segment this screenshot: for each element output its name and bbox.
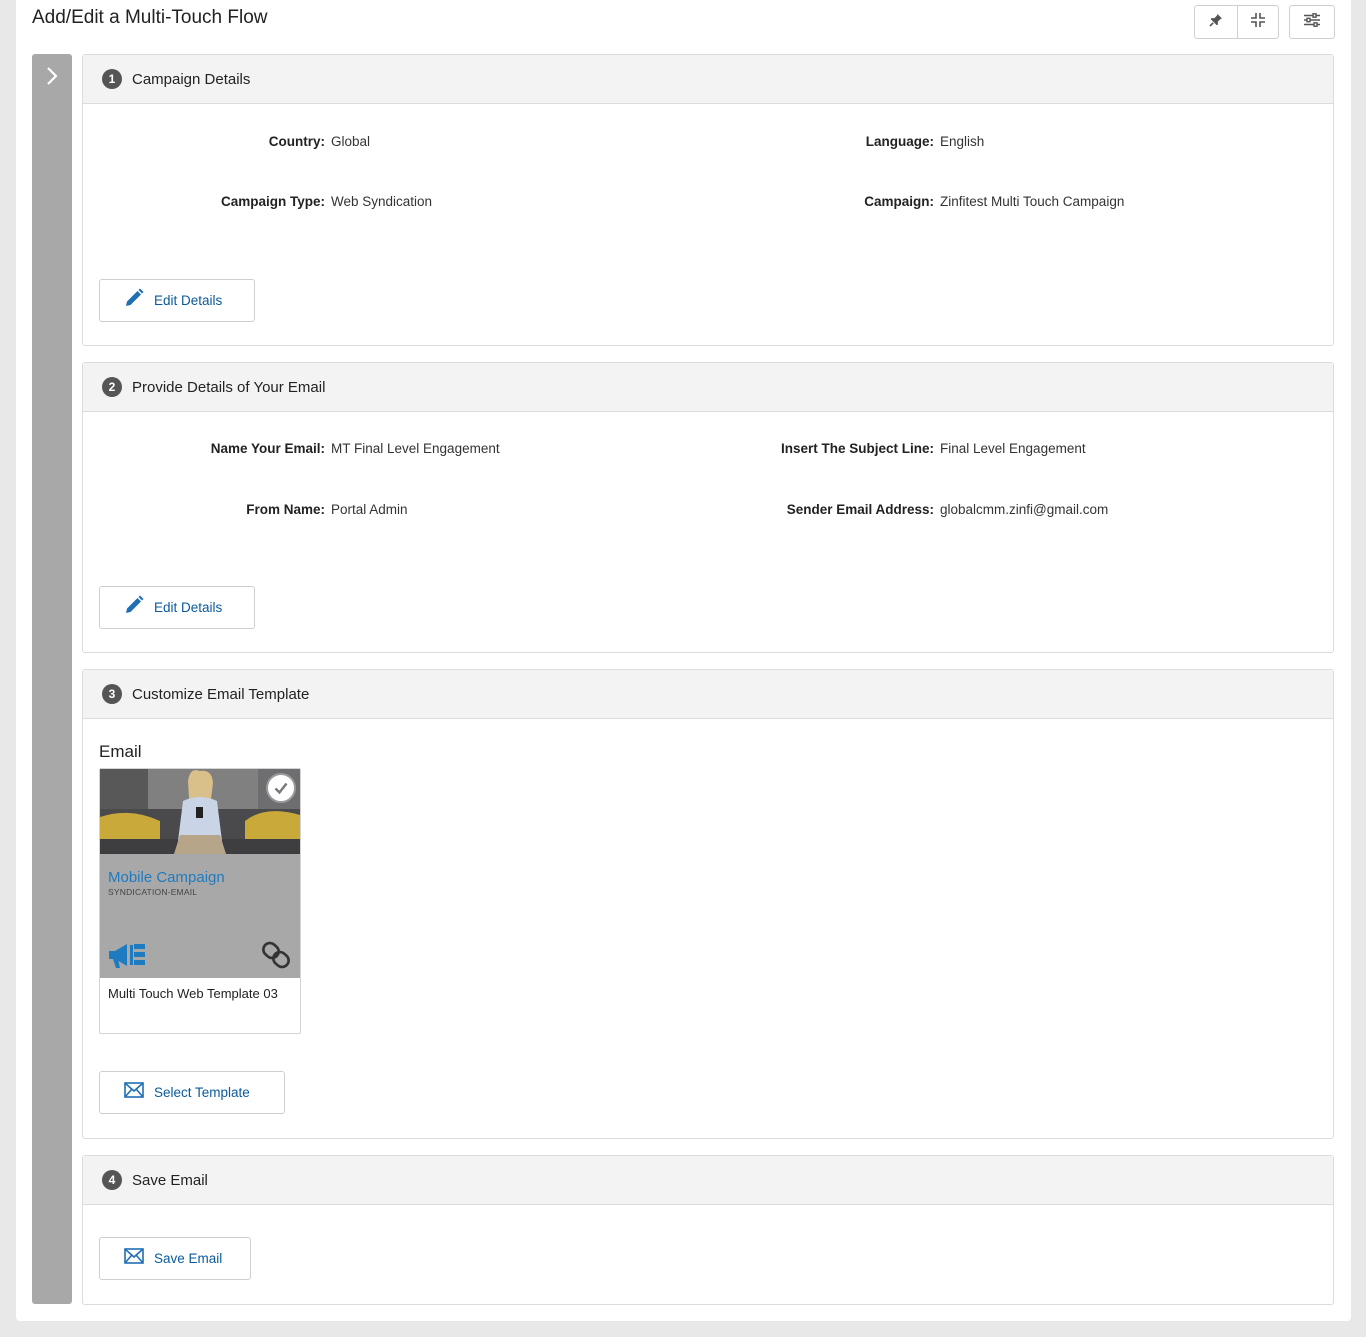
template-card[interactable]: Mobile Campaign SYNDICATION-EMAIL Multi … [99,768,301,1034]
section-title: Customize Email Template [132,685,310,703]
campaign-type-label: Campaign Type: [220,194,325,209]
sender-email-value: globalcmm.zinfi@gmail.com [940,502,1109,517]
step-number: 4 [102,1170,122,1190]
edit-details-label: Edit Details [154,293,223,308]
pencil-icon [124,595,144,620]
sender-email-label: Sender Email Address: [786,502,934,517]
page-title: Add/Edit a Multi-Touch Flow [32,7,268,28]
language-label: Language: [865,134,934,149]
envelope-icon [124,1082,144,1103]
pin-button[interactable] [1195,6,1237,38]
edit-details-label: Edit Details [154,600,223,615]
section-header[interactable]: 2 Provide Details of Your Email [83,363,1333,412]
language-value: English [940,134,985,149]
megaphone-icon [108,942,148,975]
side-rail [32,54,72,1304]
toolbar-group [1194,5,1279,39]
main-panel: Add/Edit a Multi-Touch Flow 1 Campaign D… [16,0,1351,1321]
pin-icon [1209,13,1223,32]
section-header[interactable]: 1 Campaign Details [83,55,1333,104]
template-name: Multi Touch Web Template 03 [108,986,278,1001]
filter-sliders-icon [1304,12,1320,32]
edit-campaign-details-button[interactable]: Edit Details [99,279,255,322]
save-email-section: 4 Save Email Save Email [82,1155,1334,1305]
campaign-label: Campaign: [864,194,934,209]
section-header[interactable]: 3 Customize Email Template [83,670,1333,719]
country-label: Country: [268,134,325,149]
select-template-label: Select Template [154,1085,250,1100]
step-number: 2 [102,377,122,397]
from-name-label: From Name: [246,502,325,517]
subject-line-value: Final Level Engagement [940,441,1086,456]
section-title: Save Email [132,1171,208,1189]
email-name-label: Name Your Email: [210,441,325,456]
email-heading: Email [99,742,142,761]
campaign-value: Zinfitest Multi Touch Campaign [940,194,1125,209]
edit-email-details-button[interactable]: Edit Details [99,586,255,629]
campaign-type-value: Web Syndication [331,194,433,209]
country-value: Global [331,134,371,149]
settings-button[interactable] [1289,5,1335,39]
template-campaign-text: Mobile Campaign [108,869,225,886]
step-number: 1 [102,69,122,89]
email-details-section: 2 Provide Details of Your Email Name You… [82,362,1334,653]
save-email-label: Save Email [154,1251,223,1266]
section-header[interactable]: 4 Save Email [83,1156,1333,1205]
collapse-icon [1250,12,1266,33]
select-template-button[interactable]: Select Template [99,1071,285,1114]
chevron-right-icon[interactable] [44,66,60,91]
envelope-icon [124,1248,144,1269]
email-template-section: 3 Customize Email Template Email Mobile … [82,669,1334,1139]
campaign-details-section: 1 Campaign Details Country: Global Langu… [82,54,1334,346]
subject-line-label: Insert The Subject Line: [780,441,934,456]
pencil-icon [124,288,144,313]
save-email-button[interactable]: Save Email [99,1237,251,1280]
link-icon [260,940,292,975]
email-name-value: MT Final Level Engagement [331,441,500,456]
section-title: Campaign Details [132,70,251,88]
from-name-value: Portal Admin [331,502,408,517]
template-sub-text: SYNDICATION-EMAIL [108,887,198,897]
template-thumbnail: Mobile Campaign SYNDICATION-EMAIL [100,769,300,978]
step-number: 3 [102,684,122,704]
collapse-button[interactable] [1236,6,1279,38]
selected-check-icon [266,773,296,803]
section-title: Provide Details of Your Email [132,378,326,396]
